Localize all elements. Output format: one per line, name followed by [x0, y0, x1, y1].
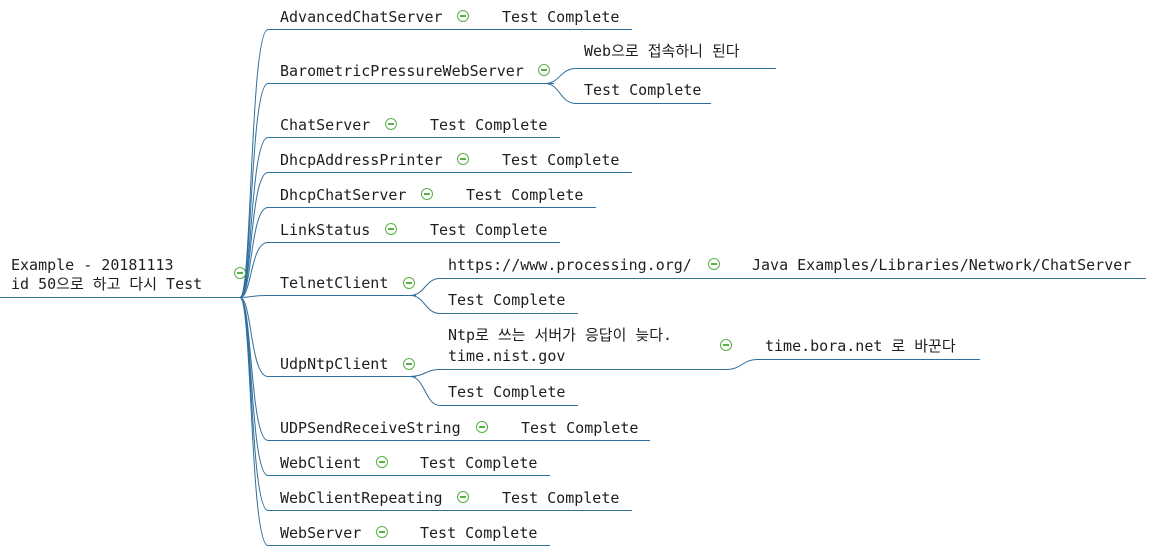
collapse-minus-icon[interactable] [457, 10, 469, 22]
collapse-minus-icon[interactable] [376, 526, 388, 538]
subtopic-test-complete[interactable]: Test Complete [502, 8, 619, 26]
topic-telnetclient[interactable]: TelnetClient [280, 274, 388, 292]
subtopic-test-complete[interactable]: Test Complete [430, 116, 547, 134]
subtopic-test-complete[interactable]: Test Complete [502, 489, 619, 507]
collapse-minus-icon[interactable] [403, 358, 415, 370]
collapse-minus-icon[interactable] [421, 188, 433, 200]
branch-connector [239, 297, 269, 511]
branch-connector [239, 297, 269, 476]
subtopic-processing-url[interactable]: https://www.processing.org/ [448, 256, 692, 274]
subtopic-test-complete[interactable]: Test Complete [430, 221, 547, 239]
subtopic-java-examples-path[interactable]: Java Examples/Libraries/Network/ChatServ… [752, 256, 1131, 274]
subtopic-test-complete[interactable]: Test Complete [420, 524, 537, 542]
branch-connector [239, 297, 269, 546]
topic-chatserver[interactable]: ChatServer [280, 116, 370, 134]
subtopic-test-complete[interactable]: Test Complete [521, 419, 638, 437]
collapse-minus-icon[interactable] [376, 456, 388, 468]
topic-barometricpressurewebserver[interactable]: BarometricPressureWebServer [280, 62, 524, 80]
collapse-minus-icon[interactable] [457, 491, 469, 503]
subtopic-connector [409, 369, 726, 377]
collapse-minus-icon[interactable] [538, 64, 550, 76]
branch-connector [239, 295, 269, 298]
topic-webclient[interactable]: WebClient [280, 454, 361, 472]
subtopic-test-complete[interactable]: Test Complete [448, 291, 565, 309]
topic-udpsendreceivestring[interactable]: UDPSendReceiveString [280, 419, 461, 437]
subtopic-test-complete[interactable]: Test Complete [466, 186, 583, 204]
subtopic-test-complete[interactable]: Test Complete [584, 81, 701, 99]
root-collapse-minus-icon[interactable] [234, 267, 246, 279]
subtopic-ntp-note-line-2[interactable]: time.nist.gov [448, 347, 565, 365]
collapse-minus-icon[interactable] [720, 339, 732, 351]
subtopic-ntp-note-line-1[interactable]: Ntp로 쓰는 서버가 응답이 늦다. [448, 326, 672, 344]
collapse-minus-icon[interactable] [457, 153, 469, 165]
topic-udpntpclient[interactable]: UdpNtpClient [280, 355, 388, 373]
topic-linkstatus[interactable]: LinkStatus [280, 221, 370, 239]
root-topic-line-1[interactable]: Example - 20181113 [11, 256, 174, 275]
subtopic-time-bora[interactable]: time.bora.net 로 바꾼다 [765, 337, 956, 355]
subtopic-web-note[interactable]: Web으로 접속하니 된다 [584, 42, 740, 60]
root-topic-line-2[interactable]: id 50으로 하고 다시 Test [11, 275, 202, 294]
mind-map: Example - 20181113 id 50으로 하고 다시 Test Ad… [0, 0, 1157, 555]
topic-advancedchatserver[interactable]: AdvancedChatServer [280, 8, 443, 26]
collapse-minus-icon[interactable] [385, 223, 397, 235]
subtopic-test-complete[interactable]: Test Complete [420, 454, 537, 472]
collapse-minus-icon[interactable] [476, 421, 488, 433]
collapse-minus-icon[interactable] [403, 277, 415, 289]
subtopic-test-complete[interactable]: Test Complete [448, 383, 565, 401]
topic-webclientrepeating[interactable]: WebClientRepeating [280, 489, 443, 507]
topic-webserver[interactable]: WebServer [280, 524, 361, 542]
topic-dhcpchatserver[interactable]: DhcpChatServer [280, 186, 406, 204]
collapse-minus-icon[interactable] [385, 118, 397, 130]
collapse-minus-icon[interactable] [708, 258, 720, 270]
subtopic-test-complete[interactable]: Test Complete [502, 151, 619, 169]
topic-dhcpaddressprinter[interactable]: DhcpAddressPrinter [280, 151, 443, 169]
subtopic-connector [725, 359, 980, 370]
